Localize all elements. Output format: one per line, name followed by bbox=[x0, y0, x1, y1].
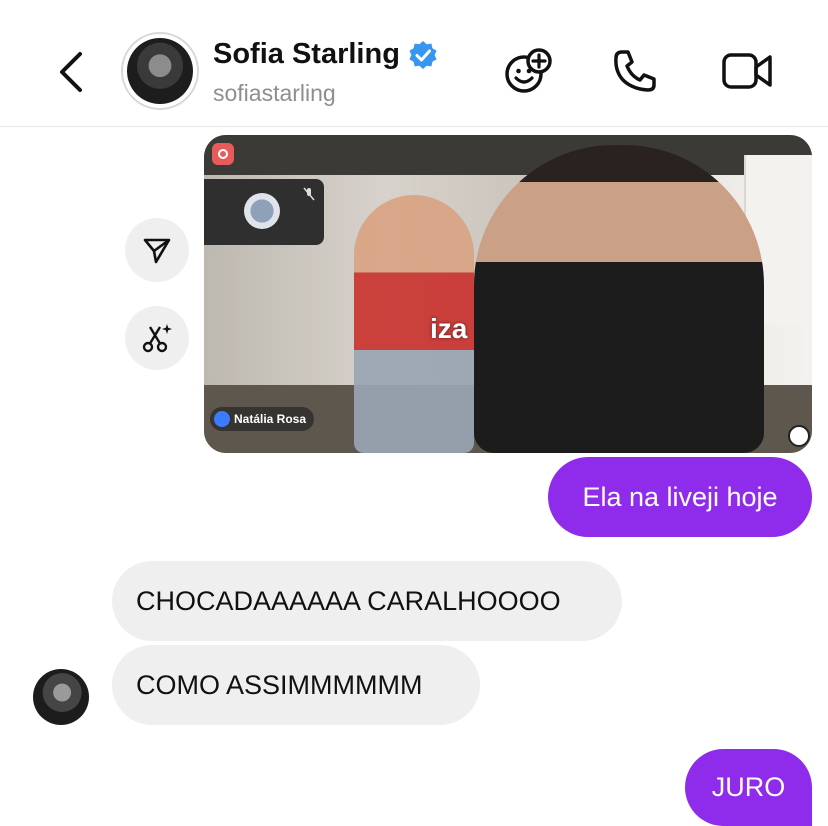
message-text: CHOCADAAAAAA CARALHOOOO bbox=[136, 585, 561, 616]
avatar-photo bbox=[127, 38, 193, 104]
record-icon bbox=[212, 143, 234, 165]
scene-person-right bbox=[474, 145, 764, 453]
contact-name: Sofia Starling bbox=[213, 38, 400, 70]
outgoing-message[interactable]: JURO bbox=[685, 749, 812, 826]
video-camera-icon[interactable] bbox=[720, 44, 774, 98]
phone-icon[interactable] bbox=[608, 44, 662, 98]
audio-wave-icon bbox=[214, 411, 230, 427]
message-text: Ela na liveji hoje bbox=[582, 481, 778, 512]
add-emoji-icon[interactable] bbox=[502, 44, 556, 98]
muted-mic-icon bbox=[303, 187, 315, 201]
video-overlay-label: iza bbox=[430, 313, 468, 344]
scissors-sparkle-icon bbox=[142, 324, 172, 353]
sender-avatar[interactable] bbox=[33, 669, 89, 725]
shared-video-screenshot[interactable]: iza Natália Rosa bbox=[204, 135, 812, 453]
stream-name-tag: Natália Rosa bbox=[210, 407, 315, 431]
incoming-message[interactable]: COMO ASSIMMMMMM bbox=[112, 645, 480, 725]
outgoing-message[interactable]: Ela na liveji hoje bbox=[548, 457, 812, 537]
send-arrow-icon bbox=[143, 238, 171, 264]
add-reaction-icon[interactable] bbox=[788, 425, 810, 447]
share-button[interactable] bbox=[125, 218, 189, 282]
contact-name-row[interactable]: Sofia Starling bbox=[213, 38, 438, 71]
chat-header: Sofia Starling sofiastarling bbox=[0, 0, 828, 127]
scene-ceiling bbox=[204, 135, 812, 175]
incoming-message[interactable]: CHOCADAAAAAA CARALHOOOO bbox=[112, 561, 622, 641]
message-text: COMO ASSIMMMMMM bbox=[136, 669, 423, 700]
picture-in-picture bbox=[204, 179, 324, 245]
stream-name: Natália Rosa bbox=[234, 412, 307, 426]
message-text: JURO bbox=[711, 772, 786, 802]
pip-avatar bbox=[244, 193, 280, 229]
back-arrow-icon[interactable] bbox=[52, 48, 92, 96]
remix-button[interactable] bbox=[125, 306, 189, 370]
contact-handle: sofiastarling bbox=[213, 80, 336, 106]
contact-avatar[interactable] bbox=[121, 32, 199, 110]
verified-badge-icon bbox=[408, 40, 438, 70]
